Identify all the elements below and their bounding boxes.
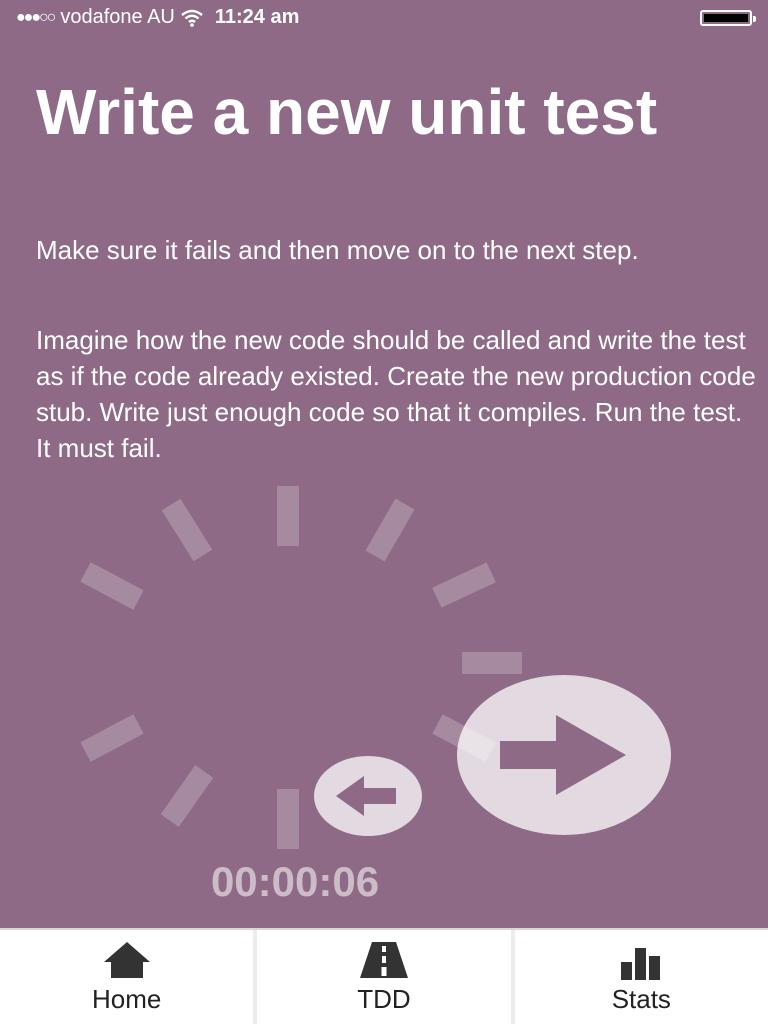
battery-icon: [700, 10, 756, 26]
spinner-tick: [277, 486, 299, 546]
spinner-tick: [365, 498, 415, 562]
spinner-tick: [432, 562, 496, 608]
spinner-tick: [80, 714, 144, 762]
next-step-button[interactable]: [457, 675, 671, 835]
step-title: Write a new unit test: [36, 76, 658, 148]
tab-home[interactable]: Home: [0, 930, 254, 1024]
spinner-tick: [80, 562, 144, 610]
signal-strength-icon: ●●●○○: [16, 8, 56, 26]
elapsed-timer: 00:00:06: [210, 858, 380, 905]
step-subtitle: Make sure it fails and then move on to t…: [36, 235, 639, 265]
home-icon: [102, 940, 152, 980]
status-time: 11:24 am: [214, 6, 300, 28]
tab-bar: Home TDD Stats: [0, 928, 768, 1024]
tab-label: TDD: [357, 983, 411, 1014]
carrier-name: vodafone AU: [60, 6, 175, 28]
previous-step-button[interactable]: [314, 756, 422, 836]
step-description: Imagine how the new code should be calle…: [36, 325, 756, 463]
spinner-tick: [462, 652, 522, 674]
status-left: ●●●○○ vodafone AU 11:24 am: [16, 6, 299, 29]
spinner-tick: [277, 789, 299, 849]
arrow-right-icon: [500, 715, 626, 795]
tab-tdd[interactable]: TDD: [257, 930, 511, 1024]
status-bar: ●●●○○ vodafone AU 11:24 am: [0, 0, 768, 36]
bar-chart-icon: [619, 940, 663, 980]
tab-stats[interactable]: Stats: [514, 930, 768, 1024]
wifi-icon: [181, 9, 203, 27]
arrow-left-icon: [336, 776, 396, 816]
spinner-tick: [161, 498, 213, 562]
road-icon: [358, 940, 410, 980]
tab-label: Stats: [611, 983, 671, 1014]
spinner-tick: [160, 765, 214, 827]
tab-label: Home: [91, 983, 162, 1014]
